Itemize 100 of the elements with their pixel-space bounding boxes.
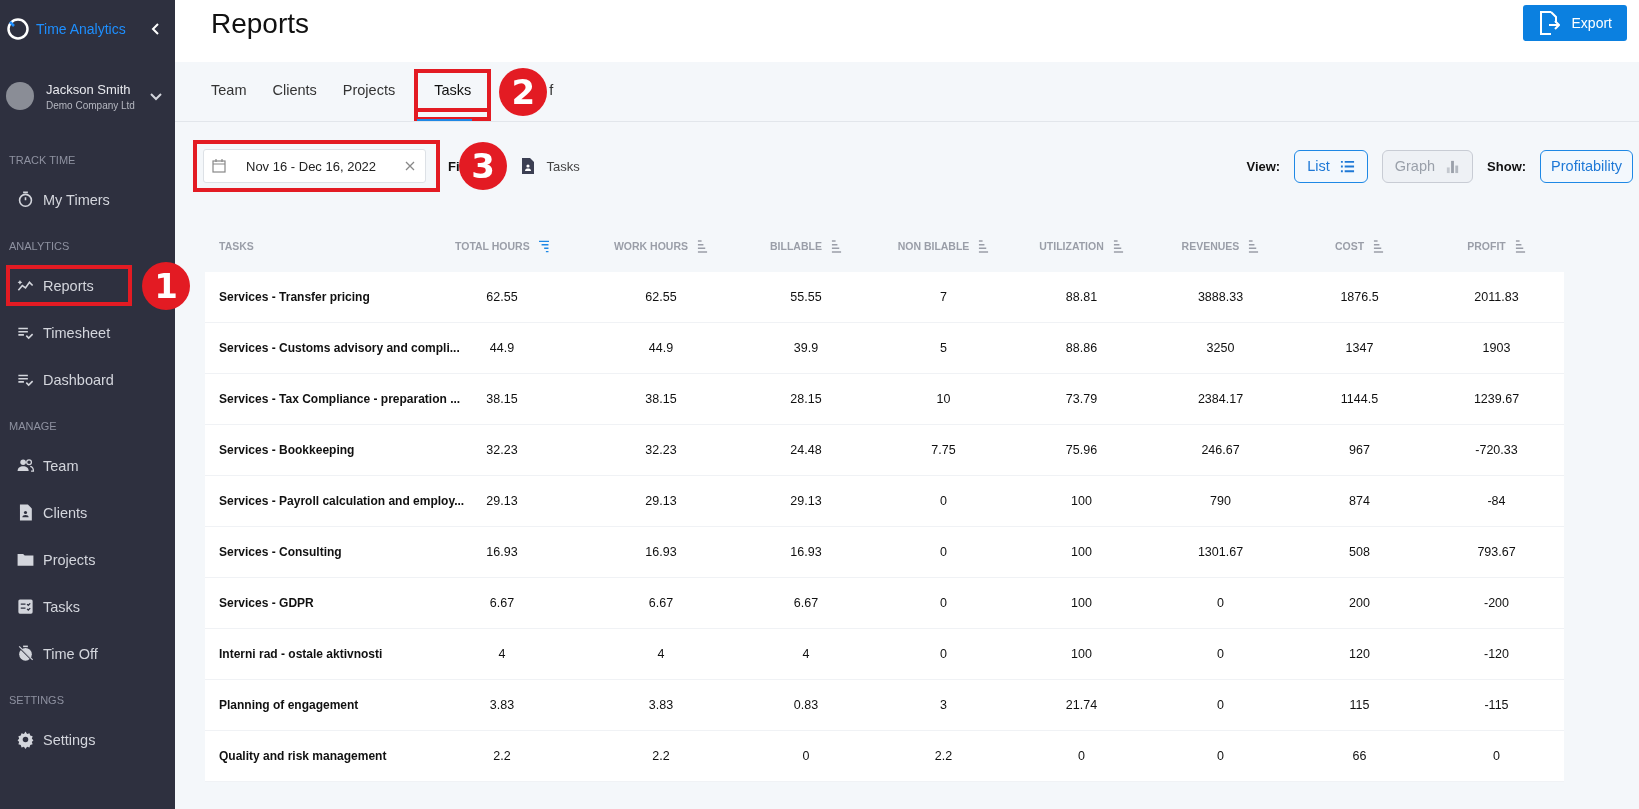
- bar-chart-icon: [1445, 158, 1461, 174]
- tab[interactable]: Tasks: [414, 69, 492, 121]
- table-cell: 2.2: [652, 749, 670, 763]
- nav-item[interactable]: Tasks: [6, 586, 132, 627]
- table-cell: 38.15: [486, 392, 518, 406]
- table-cell: 24.48: [790, 443, 822, 457]
- column-header: PROFIT: [1467, 240, 1506, 252]
- column-header: BILLABLE: [770, 240, 822, 252]
- tab[interactable]: Projects: [329, 69, 409, 121]
- table-cell: 29.13: [645, 494, 677, 508]
- nav-item[interactable]: Timesheet: [6, 312, 132, 353]
- table-cell: 6.67: [648, 596, 674, 610]
- close-icon[interactable]: [403, 159, 417, 173]
- table-cell: 28.15: [790, 392, 822, 406]
- table-cell: 1239.67: [1473, 392, 1520, 406]
- table-cell: 39.9: [793, 341, 819, 355]
- tab[interactable]: Clients: [259, 69, 330, 121]
- nav-item[interactable]: Team: [6, 445, 132, 486]
- table-cell: 790: [1210, 494, 1231, 508]
- table-cell: 0.83: [793, 698, 819, 712]
- show-dropdown[interactable]: Profitability: [1540, 149, 1633, 183]
- nav-item[interactable]: Clients: [6, 492, 132, 533]
- sort-icon[interactable]: [830, 239, 842, 253]
- column-header: TASKS: [219, 240, 254, 252]
- tab[interactable]: f: [549, 69, 567, 121]
- column-header: REVENUES: [1181, 240, 1240, 252]
- table-cell: 1903: [1482, 341, 1511, 355]
- view-toggle[interactable]: List: [1294, 149, 1368, 183]
- table-cell: -720.33: [1475, 443, 1518, 457]
- logo-icon: [6, 17, 30, 41]
- table-cell: 6.67: [489, 596, 515, 610]
- sort-icon[interactable]: [697, 239, 709, 253]
- table-cell: 32.23: [486, 443, 518, 457]
- show-label: Show:: [1487, 158, 1527, 174]
- table-cell: 0: [1217, 647, 1224, 661]
- avatar: [6, 82, 34, 110]
- table-cell: 100: [1071, 545, 1092, 559]
- task-name: Services - GDPR: [219, 596, 314, 610]
- filter-value[interactable]: Tasks: [546, 158, 580, 174]
- task-name: Services - Bookkeeping: [219, 443, 355, 457]
- task-list-icon: [16, 597, 35, 616]
- table-cell: -84: [1487, 494, 1506, 508]
- sort-icon[interactable]: [538, 239, 549, 253]
- table-cell: 38.15: [645, 392, 677, 406]
- step-number-badge: 2: [499, 67, 548, 116]
- table-cell: 0: [1493, 749, 1500, 763]
- table-cell: 1347: [1345, 341, 1374, 355]
- people-icon: [16, 456, 35, 475]
- table-cell: 4: [802, 647, 810, 661]
- table-cell: 1144.5: [1340, 392, 1379, 406]
- table-cell: 2011.83: [1474, 290, 1519, 304]
- task-name: Interni rad - ostale aktivnosti: [219, 647, 383, 661]
- sort-icon[interactable]: [1248, 239, 1260, 253]
- nav-item[interactable]: Reports: [6, 265, 132, 306]
- table-cell: 0: [940, 494, 947, 508]
- nav-item[interactable]: Dashboard: [6, 359, 132, 400]
- table-cell: 62.55: [486, 290, 518, 304]
- table-cell: 5: [940, 341, 947, 355]
- task-name: Services - Consulting: [219, 545, 342, 559]
- task-name: Services - Customs advisory and compli...: [219, 341, 460, 355]
- export-button[interactable]: Export: [1522, 5, 1627, 41]
- sort-icon[interactable]: [1373, 239, 1385, 253]
- nav-item[interactable]: Settings: [6, 719, 132, 760]
- table-cell: 62.55: [645, 290, 677, 304]
- nav-item[interactable]: Time Off: [6, 633, 132, 674]
- table-cell: 29.13: [486, 494, 518, 508]
- table-cell: 3: [940, 698, 947, 712]
- user-name: Jackson Smith: [46, 81, 132, 97]
- table-cell: 100: [1071, 494, 1092, 508]
- column-header: UTILIZATION: [1039, 240, 1104, 252]
- table-cell: 10: [936, 392, 951, 406]
- table-cell: 29.13: [790, 494, 822, 508]
- tab[interactable]: Team: [211, 69, 260, 121]
- page-title: Reports: [211, 8, 310, 40]
- table-cell: 0: [802, 749, 810, 763]
- table-cell: -200: [1484, 596, 1509, 610]
- table-cell: 4: [657, 647, 665, 661]
- filter-label: Fi: [448, 158, 460, 174]
- list-icon: [1339, 158, 1355, 174]
- date-range-field[interactable]: Nov 16 - Dec 16, 2022: [203, 149, 426, 183]
- table-cell: 0: [1217, 596, 1224, 610]
- app-name: Time Analytics: [36, 21, 127, 37]
- nav-item[interactable]: Projects: [6, 539, 132, 580]
- sort-icon[interactable]: [1514, 239, 1526, 253]
- table-cell: 3.83: [489, 698, 515, 712]
- sort-icon[interactable]: [1112, 239, 1124, 253]
- section-heading: TRACK TIME: [9, 154, 77, 166]
- task-name: Services - Tax Compliance - preparation ...: [219, 392, 461, 406]
- table-cell: 73.79: [1065, 392, 1098, 406]
- table-cell: 115: [1349, 698, 1370, 712]
- table-cell: 967: [1349, 443, 1370, 457]
- nav-item[interactable]: My Timers: [6, 179, 132, 220]
- sort-icon[interactable]: [978, 239, 990, 253]
- view-label: View:: [1246, 158, 1281, 174]
- table-cell: 3250: [1206, 341, 1235, 355]
- table-cell: 44.9: [489, 341, 515, 355]
- table-cell: 2.2: [934, 749, 953, 763]
- table-cell: 7: [940, 290, 947, 304]
- table-cell: 75.96: [1065, 443, 1098, 457]
- table-cell: 2.2: [493, 749, 511, 763]
